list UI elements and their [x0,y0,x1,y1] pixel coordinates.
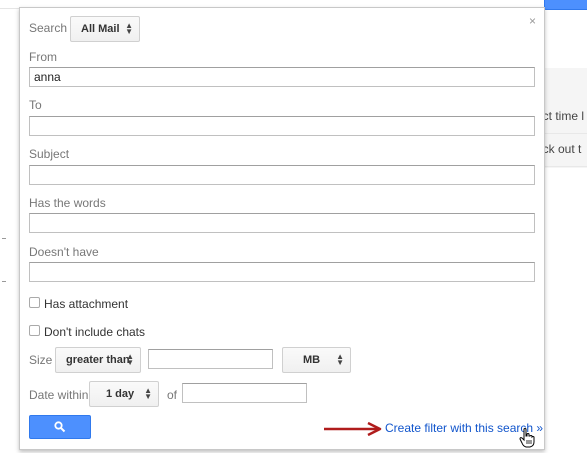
dont-include-chats-checkbox[interactable] [29,325,40,336]
of-label: of [167,388,178,402]
size-unit-value: MB [303,354,321,366]
search-scope-value: All Mail [81,23,120,35]
has-words-field[interactable] [29,213,535,233]
magnifier-icon [54,421,66,433]
size-operator-select[interactable]: greater than ▲ ▼ [55,347,141,373]
doesnt-have-label: Doesn't have [29,245,99,259]
search-scope-label: Search [29,21,68,35]
advanced-search-panel: × Search All Mail ▲▼ From To Subject Has… [19,7,545,450]
from-field[interactable] [29,67,535,87]
background-tick [2,238,6,239]
background-search-button[interactable] [544,0,587,10]
size-value-field[interactable] [148,349,273,369]
background-tick [2,281,6,282]
select-arrows-icon: ▲ ▼ [125,21,133,36]
select-arrows-icon: ▲ ▼ [144,386,152,401]
select-arrows-icon: ▲ ▼ [126,352,134,367]
size-operator-value: greater than [66,354,130,366]
search-button[interactable] [29,415,91,439]
from-label: From [29,50,57,64]
has-attachment-label: Has attachment [44,297,129,311]
date-of-field[interactable] [182,383,307,403]
size-unit-select[interactable]: MB ▲ ▼ [282,347,351,373]
date-within-label: Date within [29,388,89,402]
doesnt-have-field[interactable] [29,262,535,282]
size-label: Size [29,353,53,367]
date-within-select[interactable]: 1 day ▲ ▼ [89,381,159,407]
has-words-label: Has the words [29,196,106,210]
search-scope-select[interactable]: All Mail ▲ ▼ [70,16,140,42]
to-label: To [29,98,42,112]
has-attachment-checkbox[interactable] [29,297,40,308]
dont-include-chats-label: Don't include chats [44,325,146,339]
subject-field[interactable] [29,165,535,185]
red-arrow-icon [324,422,382,436]
subject-label: Subject [29,147,70,161]
close-icon[interactable]: × [529,14,536,28]
to-field[interactable] [29,116,535,136]
select-arrows-icon: ▲ ▼ [336,352,344,367]
date-within-value: 1 day [106,388,135,400]
hand-cursor-icon [519,428,535,448]
